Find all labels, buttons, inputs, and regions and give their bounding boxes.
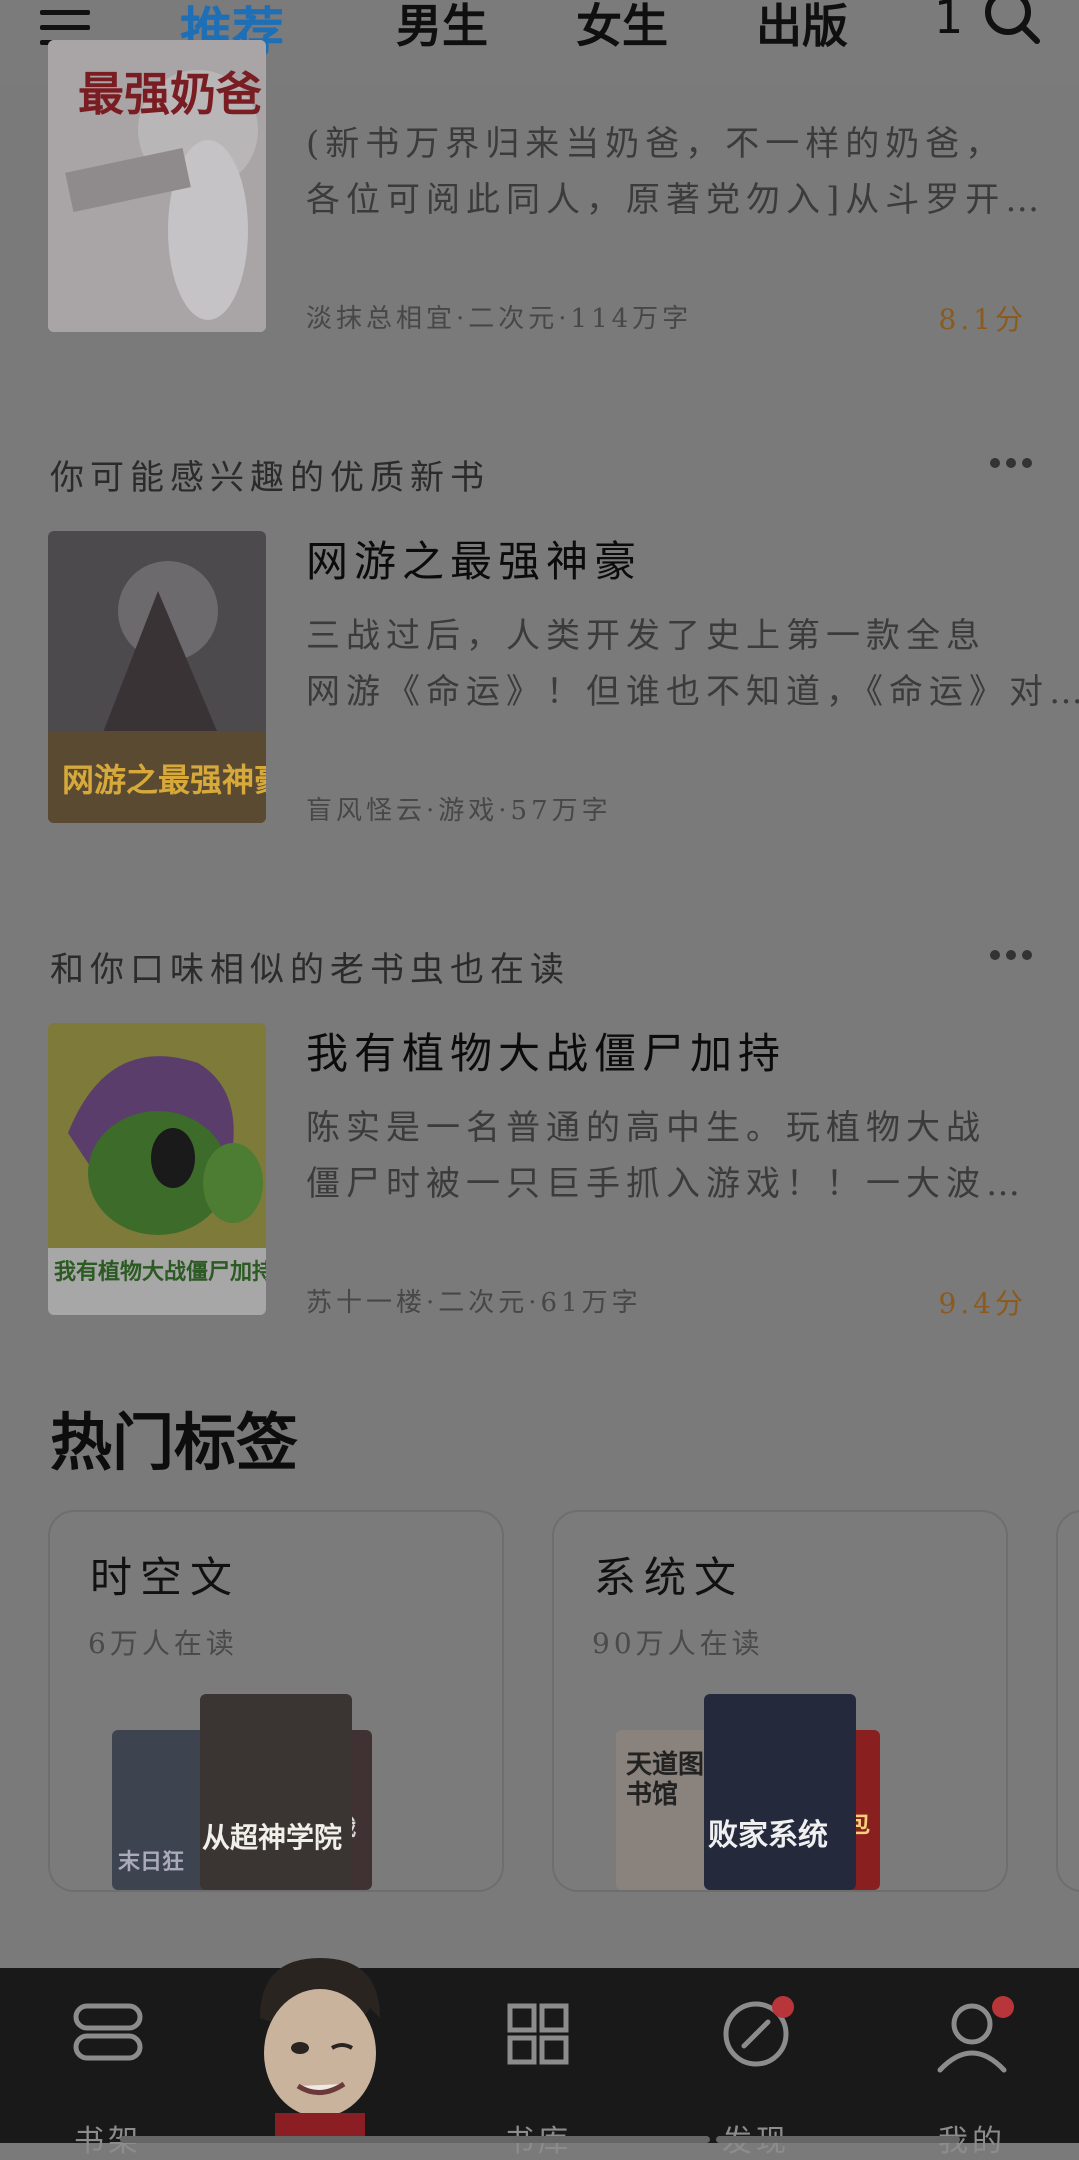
cover-title-text: 网游之最强神豪 [62, 761, 266, 799]
more-options-icon[interactable] [990, 950, 1034, 962]
book-score: 9.4分 [938, 1287, 1027, 1320]
book-description-line: 陈实是一名普通的高中生。玩植物大战 [306, 1108, 986, 1148]
home-indicator [120, 2136, 710, 2143]
bookshelf-icon [73, 2003, 143, 2061]
book-title: 网游之最强神豪 [306, 537, 643, 586]
book-description-line: 三战过后，人类开发了史上第一款全息 [306, 616, 986, 656]
tag-card-system[interactable]: 系统文 90万人在读 天道图书馆 神界红包群 败家系统 [552, 1510, 1008, 1892]
tag-name: 时空文 [90, 1553, 241, 1602]
book-cover: 我有植物大战僵尸加持 [48, 1023, 266, 1315]
book-meta: 苏十一楼·二次元·61万字 [306, 1288, 642, 1318]
discover-page: 推荐 男生 女生 出版 1 最强奶爸 (新书万界归来当奶爸，不一样的奶爸， 各位… [0, 0, 1079, 2159]
tag-name: 系统文 [594, 1553, 745, 1602]
book-cover: 最强奶爸 [48, 40, 266, 332]
book-score: 8.1分 [938, 303, 1027, 336]
nav-bookshelf[interactable]: 书架 [48, 1988, 168, 2159]
notification-badge [772, 1996, 794, 2018]
tab-publish[interactable]: 出版 [756, 0, 848, 56]
tag-book-cover: 败家系统 [704, 1694, 856, 1890]
section-title-similar-readers: 和你口味相似的老书虫也在读 [50, 950, 570, 990]
tab-female[interactable]: 女生 [576, 0, 668, 56]
mascot-avatar[interactable] [220, 1948, 420, 2143]
book-description-line: (新书万界归来当奶爸，不一样的奶爸， [306, 124, 1006, 164]
book-meta: 淡抹总相宜·二次元·114万字 [306, 304, 693, 334]
library-grid-icon [507, 2003, 569, 2065]
notification-badge [992, 1996, 1014, 2018]
tag-card-partial[interactable] [1056, 1510, 1079, 1892]
hot-tags-title: 热门标签 [50, 1406, 299, 1479]
tag-reader-count: 6万人在读 [88, 1627, 238, 1660]
book-meta: 盲风怪云·游戏·57万字 [306, 796, 612, 826]
book-description-line: 各位可阅此同人，原著党勿入]从斗罗开… [306, 180, 1046, 220]
bottom-nav: 书架 书库 发现 [0, 1958, 1079, 2159]
book-cover: 网游之最强神豪 [48, 531, 266, 823]
home-indicator-secondary [716, 2136, 960, 2143]
tag-card-time-space[interactable]: 时空文 6万人在读 末日狂 我的铁战衣 从超神学院 [48, 1510, 504, 1892]
book-description-line: 僵尸时被一只巨手抓入游戏！！一大波… [306, 1164, 1026, 1204]
cover-title-text: 我有植物大战僵尸加持 [54, 1259, 266, 1285]
book-description-line: 网游《命运》！但谁也不知道，《命运》对… [306, 672, 1079, 712]
nav-discover[interactable]: 发现 [696, 1988, 816, 2159]
more-options-icon[interactable] [990, 458, 1034, 470]
compass-icon [723, 2001, 789, 2067]
section-title-new-books: 你可能感兴趣的优质新书 [50, 458, 490, 498]
book-title: 我有植物大战僵尸加持 [306, 1029, 787, 1078]
tag-reader-count: 90万人在读 [592, 1627, 764, 1660]
tab-male[interactable]: 男生 [396, 0, 488, 56]
tab-more[interactable]: 1 [934, 0, 963, 44]
cover-title-text: 最强奶爸 [78, 67, 262, 121]
tag-book-cover: 从超神学院 [200, 1694, 352, 1890]
profile-icon [937, 2003, 1007, 2073]
nav-library[interactable]: 书库 [478, 1988, 598, 2159]
search-icon[interactable] [982, 0, 1042, 46]
nav-profile[interactable]: 我的 [912, 1988, 1032, 2159]
